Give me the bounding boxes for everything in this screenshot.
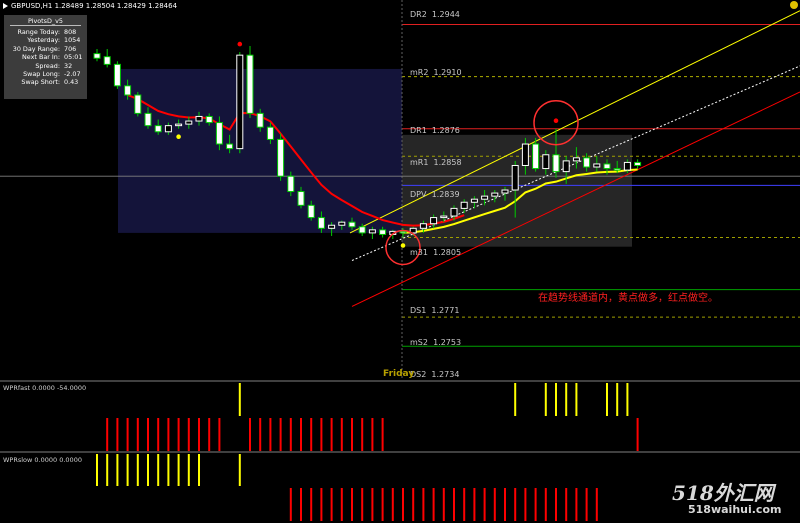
sell-signal-dot [237, 41, 243, 47]
candle-body [164, 125, 172, 133]
pivot-label-dpv: DPV 1.2839 [410, 190, 460, 199]
candle-body [542, 154, 550, 170]
candle-body [613, 168, 621, 171]
pivot-label-m31: m31 1.2805 [410, 248, 462, 257]
candle-body [317, 217, 325, 229]
price-chart[interactable] [0, 0, 800, 523]
candle-body [307, 204, 315, 219]
candle-body [175, 123, 183, 127]
candle-body [246, 54, 254, 114]
candle-body [562, 160, 570, 173]
watermark-url: 518waihui.com [688, 503, 782, 516]
buy-signal-dot [176, 134, 181, 140]
pivot-label-dr2: DR2 1.2944 [410, 10, 460, 19]
wpr-fast-label: WPRfast 0.0000 -54.0000 [3, 384, 87, 392]
candle-body [205, 115, 213, 124]
pivot-label-ds1: DS1 1.2771 [410, 306, 460, 315]
candle-body [185, 120, 193, 125]
candle-body [379, 229, 387, 235]
watermark-cn: 518外汇网 [672, 481, 774, 505]
candle-body [481, 195, 489, 200]
candle-body [338, 221, 346, 226]
candle-body [226, 143, 234, 150]
candle-body [103, 56, 111, 65]
candle-body [134, 94, 142, 114]
candle-body [348, 221, 356, 228]
candle-body [491, 192, 499, 197]
candle-body [154, 125, 162, 133]
one-click-trading-icon[interactable] [790, 1, 798, 9]
info-panel-title: PivotsD_v5 [10, 17, 81, 26]
pivot-label-dr1: DR1 1.2876 [410, 126, 460, 135]
info-row: 30 Day Range: 706 [12, 44, 77, 53]
candle-body [603, 163, 611, 170]
annotation-text: 在趋势线通道内，黄点做多，红点做空。 [538, 293, 718, 304]
info-row: Swap Long: -2.07 [23, 70, 81, 79]
candle-body [583, 157, 591, 168]
candle-body [470, 198, 478, 203]
symbol-header: GBPUSD,H1 1.28489 1.28504 1.28429 1.2846… [0, 0, 177, 12]
info-row: Next Bar In: 05:01 [22, 53, 83, 62]
sell-signal-dot [553, 118, 559, 124]
candle-body [521, 143, 529, 166]
candle-body [266, 126, 274, 140]
candle-body [511, 164, 519, 191]
candle-body [124, 85, 132, 96]
candle-body [532, 143, 540, 170]
candle-body [593, 163, 601, 168]
candle-body [277, 138, 285, 177]
candle-body [256, 112, 264, 128]
pivot-label-ds2: DS2 1.2734 [410, 370, 460, 379]
candle-body [358, 226, 366, 234]
symbol-line: GBPUSD,H1 1.28489 1.28504 1.28429 1.2846… [11, 2, 178, 10]
info-row: Yesterday: 1054 [27, 36, 81, 45]
info-row: Swap Short: 0.43 [21, 78, 79, 87]
candle-body [144, 112, 152, 127]
candle-body [450, 207, 458, 217]
candle-body [368, 229, 376, 234]
candle-body [460, 201, 468, 209]
candle-body [399, 230, 407, 234]
candle-body [236, 54, 244, 150]
candle-body [430, 217, 438, 225]
candle-body [552, 154, 560, 173]
candle-body [287, 175, 295, 193]
info-row: Range Today: 808 [17, 28, 77, 36]
candle-body [501, 189, 509, 194]
candle-body [572, 157, 580, 162]
candle-body [113, 63, 121, 87]
candle-body [419, 223, 427, 229]
candle-body [297, 191, 305, 206]
candle-body [634, 161, 642, 166]
pivot-label-mr2: mR2 1.2910 [410, 68, 462, 77]
session-box [118, 68, 402, 233]
candle-body [440, 215, 448, 219]
candle-body [195, 115, 203, 122]
pivots-info-panel: PivotsD_v5 Range Today: 808 Yesterday: 105… [4, 15, 87, 99]
symbol-arrow-icon [3, 3, 8, 9]
info-row: Spread: 32 [35, 61, 73, 70]
candle-body [623, 161, 631, 171]
pivot-label-mr1: mR1 1.2858 [410, 158, 462, 167]
pivot-label-ms2: mS2 1.2753 [410, 338, 462, 347]
wpr-slow-label: WPRslow 0.0000 0.0000 [3, 456, 82, 464]
buy-signal-dot [400, 243, 406, 248]
candle-body [215, 122, 223, 145]
day-separator-label: Friday [383, 369, 415, 379]
candle-body [328, 224, 336, 229]
candle-body [93, 53, 101, 59]
